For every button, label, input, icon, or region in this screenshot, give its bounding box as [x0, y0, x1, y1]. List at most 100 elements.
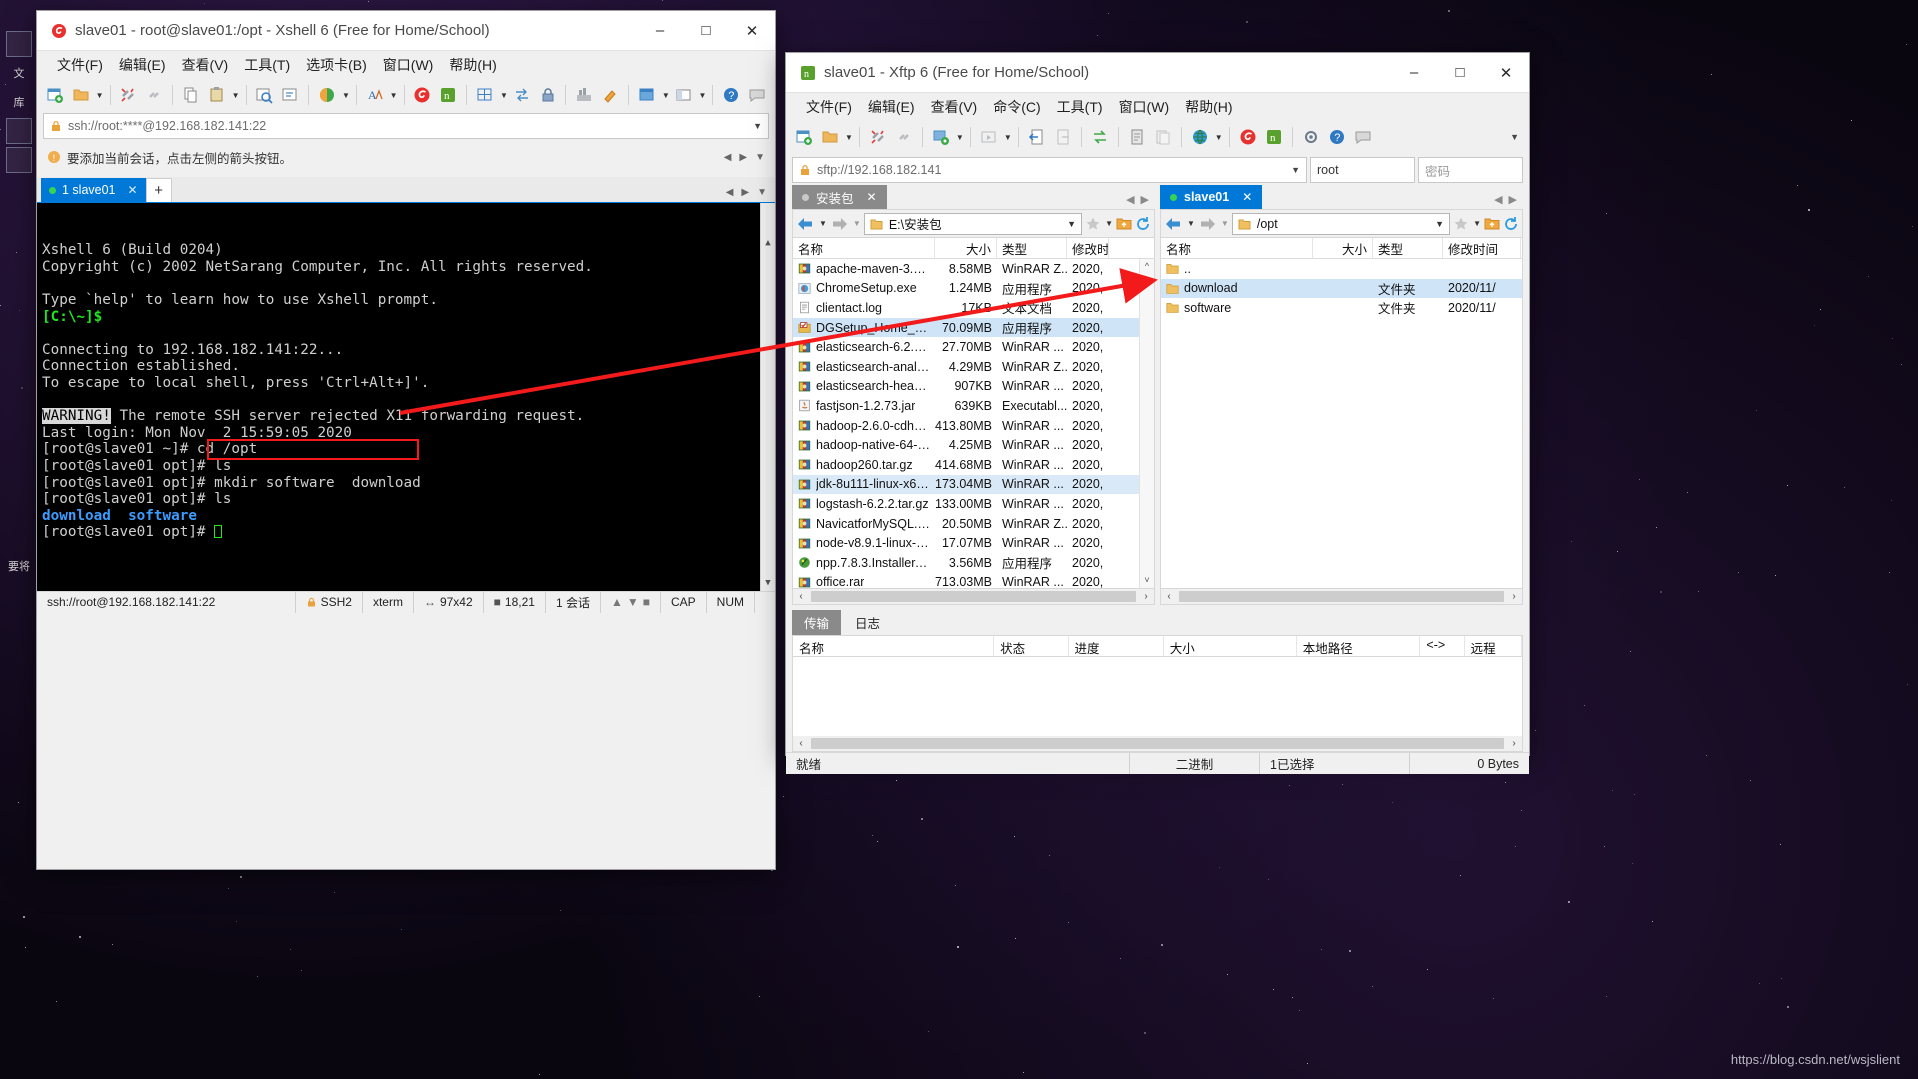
- transfer-column-1[interactable]: 状态: [994, 636, 1068, 656]
- xftp-close-button[interactable]: ✕: [1483, 53, 1529, 92]
- toolbar-overflow-icon[interactable]: ▼: [1510, 132, 1523, 142]
- local-home-icon[interactable]: [1116, 216, 1132, 232]
- remote-refresh-icon[interactable]: [1503, 216, 1519, 232]
- globe-dropdown-icon[interactable]: ▼: [1215, 133, 1223, 142]
- help-icon[interactable]: ?: [1325, 125, 1349, 149]
- transfer-column-6[interactable]: 远程: [1465, 636, 1522, 656]
- column-header-1[interactable]: 大小: [935, 238, 997, 258]
- transfer-icon[interactable]: [510, 83, 534, 107]
- local-hscroll-left-icon[interactable]: ‹: [793, 591, 809, 602]
- local-vertical-scrollbar[interactable]: ^ ˅: [1139, 259, 1154, 588]
- xshell-tab-slave01[interactable]: 1 slave01 ✕: [41, 178, 146, 202]
- sync-icon[interactable]: [1088, 125, 1112, 149]
- file-name-cell[interactable]: jdk-8u111-linux-x64...: [793, 477, 935, 491]
- xshell-close-button[interactable]: ✕: [729, 11, 775, 50]
- file-name-cell[interactable]: apache-maven-3.5....: [793, 262, 935, 276]
- transfer-column-4[interactable]: 本地路径: [1297, 636, 1421, 656]
- file-row[interactable]: software文件夹2020/11/: [1161, 298, 1522, 318]
- column-header-3[interactable]: 修改时间: [1443, 238, 1521, 258]
- upload-file-icon[interactable]: [1051, 125, 1075, 149]
- color-palette-icon[interactable]: [315, 83, 339, 107]
- remote-bookmark-dropdown-icon[interactable]: ▼: [1473, 219, 1481, 228]
- file-name-cell[interactable]: npp.7.8.3.Installer.e...: [793, 556, 935, 570]
- transfer-log-tabs[interactable]: 传输日志: [792, 611, 1523, 635]
- xshell-tabstrip[interactable]: 1 slave01 ✕ + ◀ ▶ ▼: [37, 177, 775, 203]
- xftp-logo-button-icon[interactable]: n: [436, 83, 460, 107]
- paste-dropdown-icon[interactable]: ▼: [232, 91, 240, 100]
- transfer-column-0[interactable]: 名称: [793, 636, 994, 656]
- menu-item-6[interactable]: 帮助(H): [1177, 94, 1240, 120]
- xshell-terminal[interactable]: Xshell 6 (Build 0204)Copyright (c) 2002 …: [37, 203, 775, 591]
- xshell-menubar[interactable]: 文件(F)编辑(E)查看(V)工具(T)选项卡(B)窗口(W)帮助(H): [37, 51, 775, 79]
- column-header-2[interactable]: 类型: [1373, 238, 1443, 258]
- file-name-cell[interactable]: hadoop-native-64-2...: [793, 438, 935, 452]
- tabstrip-menu-icon[interactable]: ▼: [757, 187, 767, 198]
- open-session-icon[interactable]: [69, 83, 93, 107]
- local-file-rows[interactable]: apache-maven-3.5....8.58MBWinRAR Z...202…: [793, 259, 1154, 589]
- xshell-address-bar[interactable]: ssh://root:****@192.168.182.141:22 ▼: [43, 113, 769, 139]
- menu-item-1[interactable]: 编辑(E): [111, 52, 174, 78]
- remote-back-dropdown-icon[interactable]: ▼: [1187, 219, 1195, 228]
- notice-prev-icon[interactable]: ◀: [724, 152, 732, 163]
- new-session-icon[interactable]: [43, 83, 67, 107]
- copy-icon[interactable]: [1125, 125, 1149, 149]
- font-dropdown-icon[interactable]: ▼: [390, 91, 398, 100]
- file-row[interactable]: download文件夹2020/11/: [1161, 279, 1522, 299]
- transfer-list-body[interactable]: [792, 657, 1523, 737]
- find-icon[interactable]: [253, 83, 277, 107]
- transfer-hscroll-left-icon[interactable]: ‹: [793, 738, 809, 749]
- transfer-column-2[interactable]: 进度: [1069, 636, 1164, 656]
- transfer-hscroll-right-icon[interactable]: ›: [1506, 738, 1522, 749]
- file-name-cell[interactable]: DGSetup_Home_BZ..: [793, 321, 935, 335]
- file-row[interactable]: clientact.log17KB文本文档2020,: [793, 298, 1154, 318]
- properties-dropdown-icon[interactable]: ▼: [662, 91, 670, 100]
- remote-hscroll-left-icon[interactable]: ‹: [1161, 591, 1177, 602]
- file-name-cell[interactable]: ChromeSetup.exe: [793, 281, 935, 295]
- local-forward-icon[interactable]: [830, 216, 849, 232]
- remote-hscroll-thumb[interactable]: [1179, 591, 1504, 602]
- clear-screen-icon[interactable]: [278, 83, 302, 107]
- file-name-cell[interactable]: download: [1161, 281, 1313, 295]
- layout-dropdown-icon[interactable]: ▼: [699, 91, 707, 100]
- file-row[interactable]: fastjson-1.2.73.jar639KBExecutabl...2020…: [793, 396, 1154, 416]
- file-name-cell[interactable]: office.rar: [793, 575, 935, 589]
- feedback-icon[interactable]: [1351, 125, 1375, 149]
- file-name-cell[interactable]: hadoop260.tar.gz: [793, 458, 935, 472]
- local-tab-prev-icon[interactable]: ◀: [1126, 193, 1134, 206]
- remote-file-rows[interactable]: ..download文件夹2020/11/software文件夹2020/11/: [1161, 259, 1522, 318]
- remote-pane-tabs[interactable]: slave01 ✕ ◀ ▶: [1160, 185, 1523, 209]
- help-icon[interactable]: ?: [719, 83, 743, 107]
- file-row[interactable]: jdk-8u111-linux-x64...173.04MBWinRAR ...…: [793, 475, 1154, 495]
- xftp-address-dropdown-icon[interactable]: ▼: [1291, 165, 1300, 175]
- scroll-down-icon[interactable]: ▼: [761, 576, 775, 591]
- transfer-column-3[interactable]: 大小: [1164, 636, 1297, 656]
- column-header-2[interactable]: 类型: [997, 238, 1067, 258]
- tabstrip-prev-icon[interactable]: ◀: [726, 187, 734, 198]
- xshell-window-buttons[interactable]: – □ ✕: [637, 11, 775, 50]
- menu-item-0[interactable]: 文件(F): [49, 52, 111, 78]
- remote-hscroll-right-icon[interactable]: ›: [1506, 591, 1522, 602]
- remote-column-headers[interactable]: 名称大小类型修改时间: [1160, 237, 1523, 259]
- terminal-scrollbar[interactable]: ▲ ▼: [760, 203, 775, 591]
- file-row[interactable]: NavicatforMySQL.zip20.50MBWinRAR Z...202…: [793, 514, 1154, 534]
- file-row[interactable]: ChromeSetup.exe1.24MB应用程序2020,: [793, 279, 1154, 299]
- xshell-launch-icon[interactable]: [1236, 125, 1260, 149]
- remote-back-icon[interactable]: [1164, 216, 1183, 232]
- remote-forward-icon[interactable]: [1198, 216, 1217, 232]
- new-connection-icon[interactable]: [792, 125, 816, 149]
- compose-bar-icon[interactable]: [572, 83, 596, 107]
- file-row[interactable]: apache-maven-3.5....8.58MBWinRAR Z...202…: [793, 259, 1154, 279]
- file-name-cell[interactable]: node-v8.9.1-linux-x...: [793, 536, 935, 550]
- file-name-cell[interactable]: elasticsearch-6.2.2.t...: [793, 340, 935, 354]
- transfer-settings-icon[interactable]: [929, 125, 953, 149]
- remote-tab-prev-icon[interactable]: ◀: [1494, 193, 1502, 206]
- xftp-address-bar[interactable]: sftp://192.168.182.141 ▼: [792, 157, 1307, 183]
- remote-navbar[interactable]: ▼ ▼ /opt ▼ ▼: [1160, 209, 1523, 237]
- xftp-address-row[interactable]: sftp://192.168.182.141 ▼ root 密码: [792, 157, 1523, 183]
- menu-item-2[interactable]: 查看(V): [174, 52, 237, 78]
- start-transfer-icon[interactable]: [977, 125, 1001, 149]
- xshell-status-resize-grip[interactable]: [754, 592, 775, 613]
- file-name-cell[interactable]: elasticsearch-analys...: [793, 360, 935, 374]
- xshell-window[interactable]: slave01 - root@slave01:/opt - Xshell 6 (…: [36, 10, 776, 870]
- feedback-icon[interactable]: [745, 83, 769, 107]
